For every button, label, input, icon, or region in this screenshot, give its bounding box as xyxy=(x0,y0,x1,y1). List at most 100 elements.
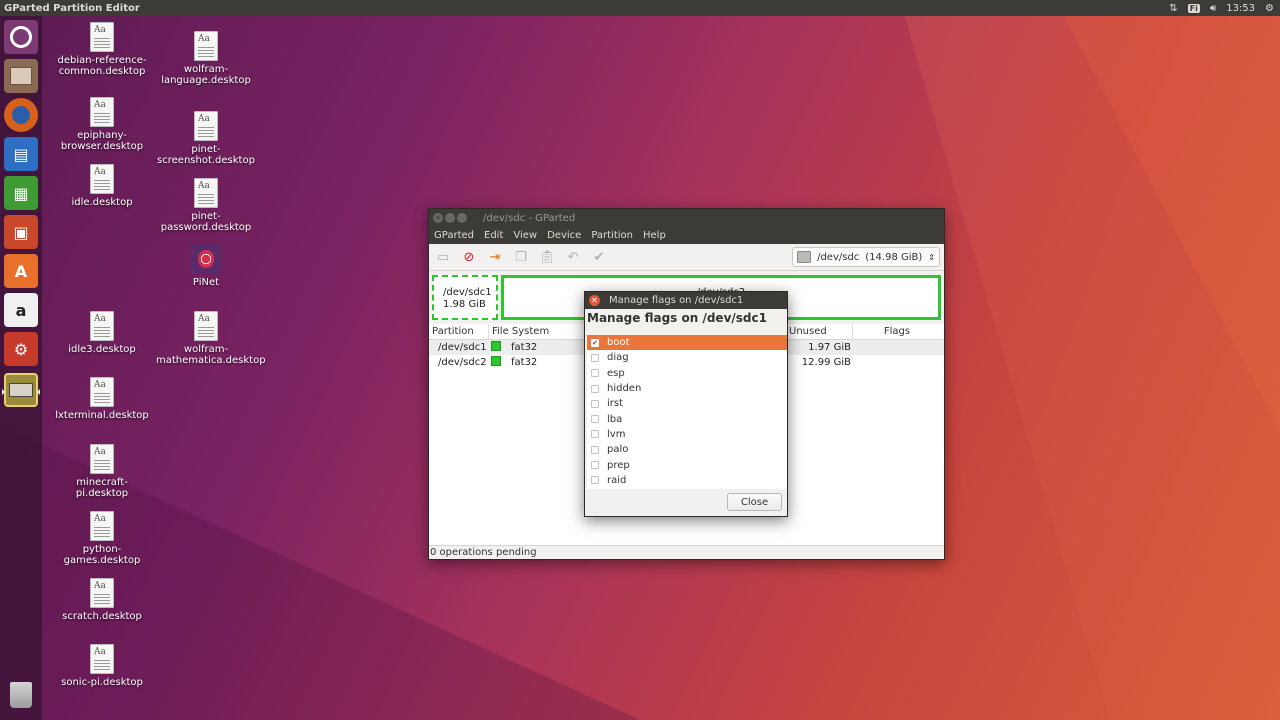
column-partition[interactable]: Partition xyxy=(429,324,489,339)
flag-item-hidden[interactable]: hidden xyxy=(587,381,787,396)
flag-label: diag xyxy=(607,352,629,364)
partition-block-size: 1.98 GiB xyxy=(443,299,486,310)
flag-item-prep[interactable]: prep xyxy=(587,457,787,472)
window-titlebar[interactable]: ✕ /dev/sdc - GParted xyxy=(429,209,944,227)
flag-item-irst[interactable]: irst xyxy=(587,396,787,411)
menu-edit[interactable]: Edit xyxy=(479,230,508,241)
checkbox-icon[interactable] xyxy=(591,476,599,485)
keyboard-layout-indicator[interactable]: Fi xyxy=(1187,3,1200,13)
device-selector[interactable]: /dev/sdc (14.98 GiB) ⇕ xyxy=(792,247,940,267)
desktop-icon[interactable]: PiNet xyxy=(156,244,256,288)
menu-view[interactable]: View xyxy=(508,230,542,241)
desktop-icon[interactable]: sonic-pi.desktop xyxy=(52,644,152,688)
desktop-icon[interactable]: idle3.desktop xyxy=(52,311,152,355)
menubar: GParted Edit View Device Partition Help xyxy=(429,227,944,244)
statusbar: 0 operations pending xyxy=(429,545,944,559)
flag-item-boot[interactable]: ✔ boot xyxy=(587,335,787,351)
resize-move-icon[interactable]: ⇥ xyxy=(487,249,503,265)
new-partition-icon[interactable]: ▭ xyxy=(435,249,451,265)
flag-item-palo[interactable]: palo xyxy=(587,442,787,457)
gparted-icon[interactable] xyxy=(2,373,40,407)
minimize-icon[interactable] xyxy=(445,213,455,223)
desktop-icon-label: wolfram-mathematica.desktop xyxy=(156,344,266,366)
dialog-heading: Manage flags on /dev/sdc1 xyxy=(587,311,767,325)
document-file-icon xyxy=(90,311,114,341)
checkbox-icon[interactable] xyxy=(591,461,599,470)
checkbox-icon[interactable] xyxy=(591,369,599,378)
ubuntu-dash-icon[interactable] xyxy=(4,20,38,54)
menu-partition[interactable]: Partition xyxy=(586,230,638,241)
flag-item-raid[interactable]: raid xyxy=(587,473,787,488)
flag-label: hidden xyxy=(607,383,642,395)
filesystem-color-swatch xyxy=(491,341,501,351)
close-icon[interactable]: ✕ xyxy=(433,213,443,223)
checkbox-icon[interactable] xyxy=(591,430,599,439)
undo-icon[interactable]: ↶ xyxy=(565,249,581,265)
close-icon[interactable]: ✕ xyxy=(589,295,600,306)
desktop-icon-label: idle.desktop xyxy=(71,197,133,208)
raspberry-pi-icon xyxy=(191,244,221,274)
trash-icon[interactable] xyxy=(4,678,38,712)
checkbox-icon[interactable] xyxy=(591,415,599,424)
desktop-icon-label: pinet-screenshot.desktop xyxy=(157,144,255,166)
desktop-icon[interactable]: python-games.desktop xyxy=(52,511,152,566)
column-unused[interactable]: Unused xyxy=(785,324,853,339)
menu-gparted[interactable]: GParted xyxy=(429,230,479,241)
software-center-icon[interactable]: A xyxy=(4,254,38,288)
cell-unused: 1.97 GiB xyxy=(808,342,851,353)
maximize-icon[interactable] xyxy=(457,213,467,223)
document-file-icon xyxy=(194,178,218,208)
delete-partition-icon[interactable]: ⊘ xyxy=(461,249,477,265)
flag-item-esp[interactable]: esp xyxy=(587,366,787,381)
close-button[interactable]: Close xyxy=(727,493,782,511)
desktop-icon[interactable]: idle.desktop xyxy=(52,164,152,208)
apply-icon[interactable]: ✔ xyxy=(591,249,607,265)
device-size: (14.98 GiB) xyxy=(865,251,923,263)
settings-gear-icon[interactable]: ⚙ xyxy=(1265,3,1274,14)
desktop-icon[interactable]: scratch.desktop xyxy=(52,578,152,622)
flag-item-diag[interactable]: diag xyxy=(587,350,787,365)
desktop-icon[interactable]: pinet-screenshot.desktop xyxy=(156,111,256,166)
paste-icon[interactable]: 📋︎ xyxy=(539,249,556,265)
calc-icon[interactable]: ▦ xyxy=(4,176,38,210)
files-icon[interactable] xyxy=(4,59,38,93)
desktop-icon[interactable]: wolfram-mathematica.desktop xyxy=(156,311,266,366)
column-filesystem[interactable]: File System xyxy=(489,324,585,339)
flag-item-lvm[interactable]: lvm xyxy=(587,427,787,442)
checkbox-icon[interactable] xyxy=(591,384,599,393)
column-flags[interactable]: Flags xyxy=(853,324,941,339)
menu-device[interactable]: Device xyxy=(542,230,586,241)
checkbox-icon[interactable] xyxy=(591,445,599,454)
cell-partition: /dev/sdc1 xyxy=(438,342,487,353)
volume-icon[interactable]: 🔊︎ xyxy=(1210,3,1216,14)
flag-label: raid xyxy=(607,474,627,486)
device-name: /dev/sdc xyxy=(817,251,860,263)
flag-label: lvm xyxy=(607,428,626,440)
flag-item-lba[interactable]: lba xyxy=(587,411,787,426)
checkbox-icon[interactable] xyxy=(591,353,599,362)
firefox-icon[interactable] xyxy=(4,98,38,132)
checkbox-icon[interactable] xyxy=(591,399,599,408)
system-settings-icon[interactable]: ⚙ xyxy=(4,332,38,366)
desktop-icon[interactable]: wolfram-language.desktop xyxy=(156,31,256,86)
writer-icon[interactable]: ▤ xyxy=(4,137,38,171)
checkbox-checked-icon[interactable]: ✔ xyxy=(591,338,599,347)
desktop-icon[interactable]: epiphany-browser.desktop xyxy=(52,97,152,152)
desktop-icon[interactable]: debian-reference-common.desktop xyxy=(52,22,152,77)
document-file-icon xyxy=(90,511,114,541)
spinner-arrows-icon: ⇕ xyxy=(928,252,935,262)
impress-icon[interactable]: ▣ xyxy=(4,215,38,249)
desktop-icon[interactable]: minecraft-pi.desktop xyxy=(52,444,152,499)
desktop-icon-label: wolfram-language.desktop xyxy=(161,64,251,86)
amazon-icon[interactable]: a xyxy=(4,293,38,327)
desktop-icon[interactable]: pinet-password.desktop xyxy=(156,178,256,233)
clock[interactable]: 13:53 xyxy=(1226,3,1255,14)
flag-label: esp xyxy=(607,367,625,379)
copy-icon[interactable]: ❐ xyxy=(513,249,529,265)
menu-help[interactable]: Help xyxy=(638,230,671,241)
partition-block-sdc1[interactable]: /dev/sdc1 1.98 GiB xyxy=(432,275,498,320)
dialog-titlebar[interactable]: ✕ Manage flags on /dev/sdc1 xyxy=(585,292,787,309)
desktop-icon[interactable]: lxterminal.desktop xyxy=(52,377,152,421)
desktop-icon-label: minecraft-pi.desktop xyxy=(75,477,129,499)
network-icon[interactable]: ⇅ xyxy=(1169,3,1177,14)
